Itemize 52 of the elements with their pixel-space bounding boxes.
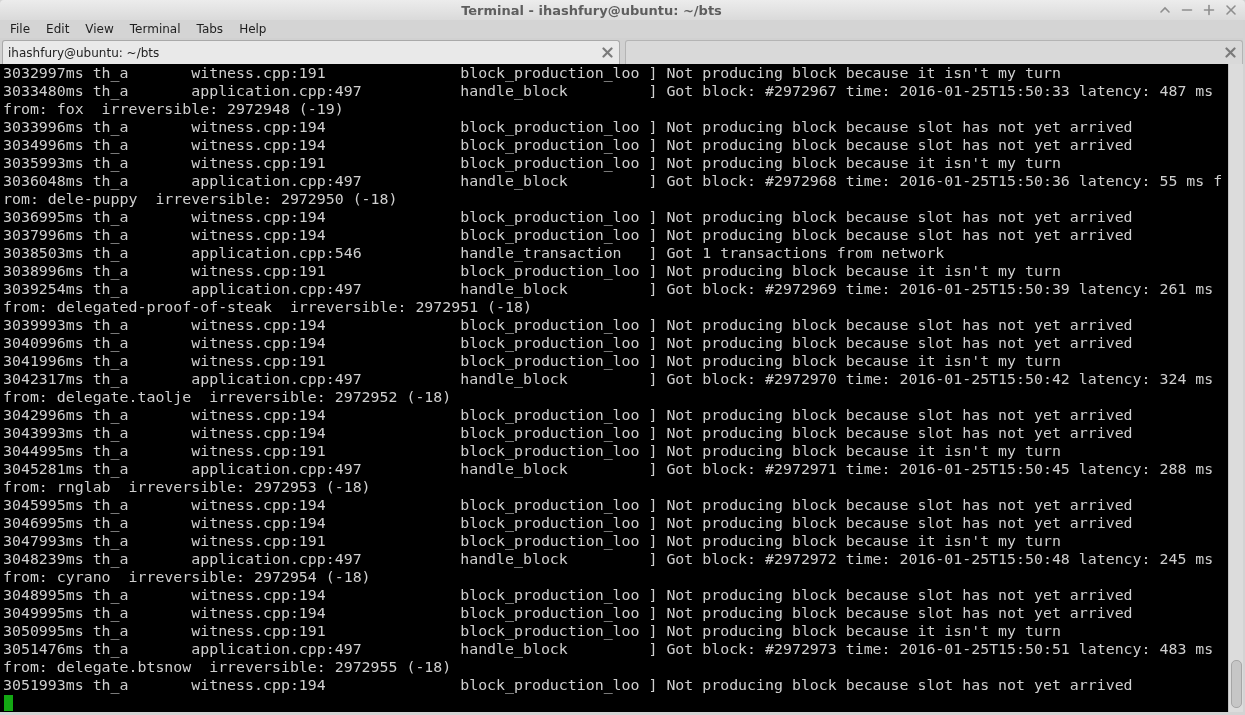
menu-item[interactable]: View <box>77 21 122 37</box>
tab[interactable]: ihashfury@ubuntu: ~/bts <box>2 40 620 64</box>
cursor-icon <box>4 695 13 711</box>
terminal-line: 3036995ms th_a witness.cpp:194 block_production_loo ] Not producing block because slot has not yet arrived <box>3 208 1133 226</box>
terminal-line: 3049995ms th_a witness.cpp:194 block_production_loo ] Not producing block because slot has not yet arrived <box>3 604 1133 622</box>
terminal-line: 3040996ms th_a witness.cpp:194 block_production_loo ] Not producing block because slot has not yet arrived <box>3 334 1133 352</box>
terminal-line: 3051993ms th_a witness.cpp:194 block_production_loo ] Not producing block because slot has not yet arrived <box>3 676 1133 694</box>
terminal-line: from: delegated-proof-of-steak irreversible: 2972951 (-18) <box>3 298 532 316</box>
terminal-line: 3047993ms th_a witness.cpp:191 block_production_loo ] Not producing block because it isn't my turn <box>3 532 1061 550</box>
terminal-line: 3033996ms th_a witness.cpp:194 block_production_loo ] Not producing block because slot has not yet arrived <box>3 118 1133 136</box>
terminal-line: 3037996ms th_a witness.cpp:194 block_production_loo ] Not producing block because slot has not yet arrived <box>3 226 1133 244</box>
window-title: Terminal - ihashfury@ubuntu: ~/bts <box>461 2 722 18</box>
terminal-line: 3045281ms th_a application.cpp:497 handle_block ] Got block: #2972971 time: 2016-01-25T15:50:45 latency: 288 ms <box>3 460 1214 478</box>
terminal-line: rom: dele-puppy irreversible: 2972950 (-18) <box>3 190 398 208</box>
terminal-line: 3041996ms th_a witness.cpp:191 block_production_loo ] Not producing block because it isn't my turn <box>3 352 1061 370</box>
close-icon[interactable] <box>1225 4 1237 16</box>
menu-item[interactable]: Tabs <box>188 21 232 37</box>
terminal-line: 3039254ms th_a application.cpp:497 handle_block ] Got block: #2972969 time: 2016-01-25T15:50:39 latency: 261 ms <box>3 280 1214 298</box>
terminal-line: 3048239ms th_a application.cpp:497 handle_block ] Got block: #2972972 time: 2016-01-25T15:50:48 latency: 245 ms <box>3 550 1214 568</box>
terminal-line: 3042996ms th_a witness.cpp:194 block_production_loo ] Not producing block because slot has not yet arrived <box>3 406 1133 424</box>
terminal-line: from: fox irreversible: 2972948 (-19) <box>3 100 344 118</box>
terminal-line: from: cyrano irreversible: 2972954 (-18) <box>3 568 371 586</box>
scrollbar[interactable] <box>1228 64 1243 712</box>
terminal-line: 3035993ms th_a witness.cpp:191 block_production_loo ] Not producing block because it isn't my turn <box>3 154 1061 172</box>
terminal-line: from: rnglab irreversible: 2972953 (-18) <box>3 478 371 496</box>
menu-item[interactable]: Edit <box>38 21 78 37</box>
terminal-line: 3043993ms th_a witness.cpp:194 block_production_loo ] Not producing block because slot has not yet arrived <box>3 424 1133 442</box>
menu-item[interactable]: Help <box>231 21 275 37</box>
terminal-line: 3051476ms th_a application.cpp:497 handle_block ] Got block: #2972973 time: 2016-01-25T15:50:51 latency: 483 ms <box>3 640 1214 658</box>
terminal-line: 3048995ms th_a witness.cpp:194 block_production_loo ] Not producing block because slot has not yet arrived <box>3 586 1133 604</box>
terminal-line: 3038503ms th_a application.cpp:546 handle_transaction ] Got 1 transactions from network <box>3 244 945 262</box>
menu-item[interactable]: Terminal <box>121 21 189 37</box>
terminal-line: 3038996ms th_a witness.cpp:191 block_production_loo ] Not producing block because it isn't my turn <box>3 262 1061 280</box>
terminal-line: 3034996ms th_a witness.cpp:194 block_production_loo ] Not producing block because slot has not yet arrived <box>3 136 1133 154</box>
scrollbar-thumb[interactable] <box>1230 660 1242 708</box>
terminal-line: from: delegate.taolje irreversible: 2972952 (-18) <box>3 388 452 406</box>
terminal-line: 3044995ms th_a witness.cpp:191 block_production_loo ] Not producing block because it isn't my turn <box>3 442 1061 460</box>
terminal-line: 3050995ms th_a witness.cpp:191 block_production_loo ] Not producing block because it isn't my turn <box>3 622 1061 640</box>
terminal-line: 3042317ms th_a application.cpp:497 handle_block ] Got block: #2972970 time: 2016-01-25T15:50:42 latency: 324 ms <box>3 370 1214 388</box>
caret-up-icon[interactable] <box>1159 4 1171 16</box>
tab[interactable] <box>625 40 1243 64</box>
terminal-line: 3033480ms th_a application.cpp:497 handle_block ] Got block: #2972967 time: 2016-01-25T15:50:33 latency: 487 ms <box>3 82 1214 100</box>
maximize-icon[interactable] <box>1203 4 1215 16</box>
close-icon[interactable] <box>602 47 613 58</box>
terminal-line: from: delegate.btsnow irreversible: 2972955 (-18) <box>3 658 452 676</box>
terminal-line: 3036048ms th_a application.cpp:497 handle_block ] Got block: #2972968 time: 2016-01-25T15:50:36 latency: 55 ms f <box>3 172 1223 190</box>
terminal-line: 3046995ms th_a witness.cpp:194 block_production_loo ] Not producing block because slot has not yet arrived <box>3 514 1133 532</box>
terminal-line: 3045995ms th_a witness.cpp:194 block_production_loo ] Not producing block because slot has not yet arrived <box>3 496 1133 514</box>
menu-item[interactable]: File <box>2 21 39 37</box>
terminal-line: 3039993ms th_a witness.cpp:194 block_production_loo ] Not producing block because slot has not yet arrived <box>3 316 1133 334</box>
terminal-line: 3032997ms th_a witness.cpp:191 block_production_loo ] Not producing block because it isn't my turn <box>3 64 1061 82</box>
close-icon[interactable] <box>1225 47 1236 58</box>
